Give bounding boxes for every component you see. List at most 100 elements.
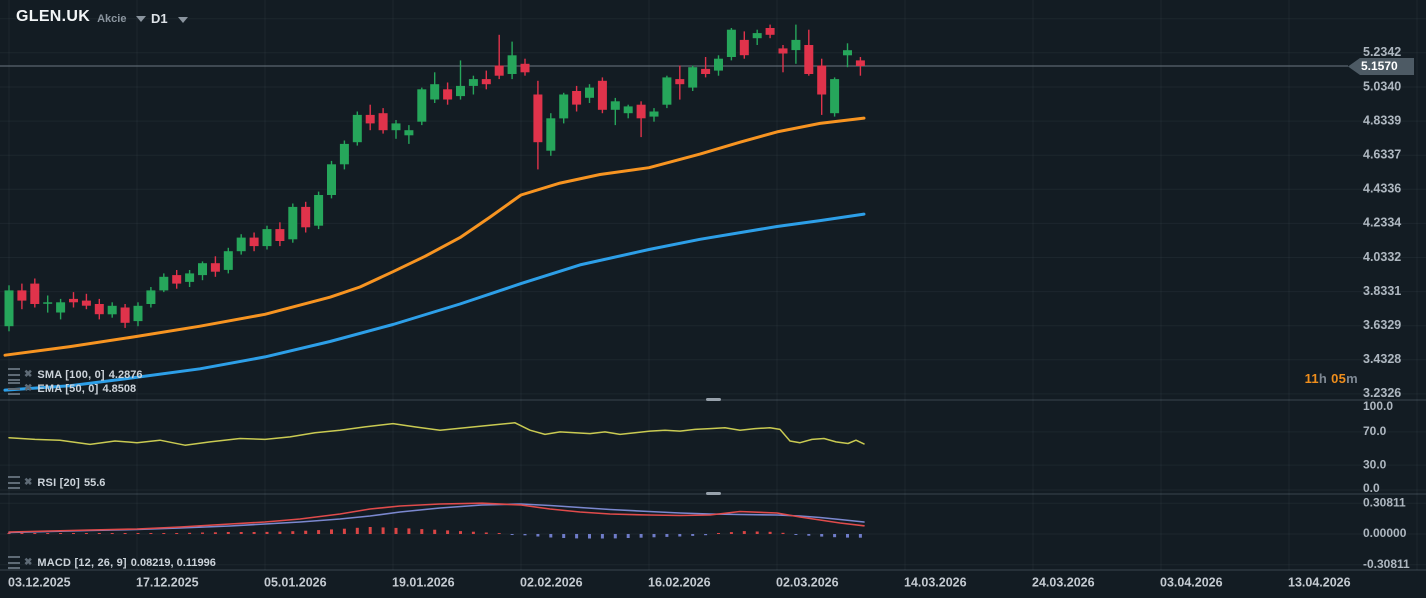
candle-body <box>391 123 401 131</box>
macd-histogram-bar <box>459 531 462 534</box>
macd-histogram-bar <box>794 534 798 535</box>
indicator-remove-icon[interactable]: ✖ <box>24 477 32 488</box>
macd-histogram-bar <box>46 533 50 534</box>
macd-histogram-bar <box>652 534 656 538</box>
indicator-settings-icon[interactable] <box>8 382 20 395</box>
candle-body <box>468 79 478 86</box>
macd-axis-label: 0.00000 <box>1363 526 1407 540</box>
price-axis-label: 3.4328 <box>1363 352 1401 366</box>
macd-histogram-bar <box>691 534 695 536</box>
price-chart-canvas[interactable]: 5.2342 5.0340 4.8339 4.6337 4.4336 4.2334 4.03… <box>0 0 1426 598</box>
macd-histogram-bar <box>613 534 617 539</box>
macd-histogram-bar <box>665 534 669 537</box>
candle-body <box>275 229 285 241</box>
macd-histogram-bar <box>20 533 24 534</box>
candle-body <box>585 87 594 98</box>
sma100-line <box>3 212 866 392</box>
indicator-settings-icon[interactable] <box>8 368 20 381</box>
rsi-axis-label: 100.0 <box>1363 399 1393 413</box>
candle-body <box>623 106 633 114</box>
macd-histogram-bar <box>510 534 514 535</box>
macd-histogram-bar <box>162 533 166 534</box>
candle-body <box>507 55 517 74</box>
candle-body <box>365 114 375 124</box>
macd-histogram-bar <box>368 527 372 534</box>
candle-body <box>456 85 465 97</box>
candle-body <box>339 143 349 165</box>
candle-body <box>159 276 169 291</box>
macd-histogram-bar <box>252 532 256 534</box>
rsi-axis-label: 70.0 <box>1363 424 1387 438</box>
macd-histogram-bar <box>239 532 243 534</box>
candle-body <box>146 290 156 304</box>
symbol-selector[interactable]: GLEN.UK Akcie <box>16 8 147 26</box>
candle-body <box>301 206 311 228</box>
candle-body <box>855 60 865 66</box>
candle-body <box>765 28 775 35</box>
candle-body <box>430 84 440 100</box>
macd-axis-label: -0.30811 <box>1363 557 1410 571</box>
countdown-minutes: 05 <box>1331 371 1347 386</box>
instrument-type-label: Akcie <box>97 12 127 25</box>
sma-label: SMA [100, 0] <box>37 368 105 381</box>
macd-histogram-bar <box>717 533 720 534</box>
macd-histogram-bar <box>562 534 566 538</box>
indicator-settings-icon[interactable] <box>8 556 20 569</box>
price-axis-label: 5.2342 <box>1363 45 1401 59</box>
symbol-name: GLEN.UK <box>16 8 91 25</box>
macd-label: MACD [12, 26, 9] <box>37 556 127 569</box>
rsi-value: 55.6 <box>83 476 106 489</box>
candle-body <box>288 206 298 240</box>
ema-value: 4.8508 <box>102 382 137 395</box>
macd-histogram-bar <box>846 534 849 538</box>
macd-histogram-bar <box>59 533 63 534</box>
chevron-down-icon <box>136 15 147 22</box>
indicator-settings-icon[interactable] <box>8 476 20 489</box>
timeframe-selector[interactable]: D1 <box>151 11 188 26</box>
macd-histogram-bar <box>110 533 114 534</box>
macd-histogram-bar <box>807 534 811 536</box>
candle-body <box>791 39 801 51</box>
macd-axis-label: 0.30811 <box>1363 495 1406 509</box>
time-axis-label: 05.01.2026 <box>264 575 327 589</box>
macd-histogram-bar <box>317 530 321 534</box>
macd-histogram-bar <box>523 534 527 536</box>
macd-histogram-bar <box>278 531 282 534</box>
candle-body <box>172 275 182 284</box>
candle-body <box>662 77 672 105</box>
candle-body <box>701 68 711 74</box>
panel-resize-handle[interactable] <box>706 398 721 401</box>
indicator-remove-icon[interactable]: ✖ <box>24 369 32 380</box>
current-price-badge: 5.1570 <box>1348 58 1414 75</box>
indicator-remove-icon[interactable]: ✖ <box>24 557 32 568</box>
candle-body <box>688 67 698 88</box>
sma-value: 4.2876 <box>108 368 143 381</box>
macd-histogram-bar <box>858 534 862 538</box>
macd-histogram-bar <box>136 533 140 534</box>
indicator-remove-icon[interactable]: ✖ <box>24 383 32 394</box>
price-axis-label: 3.8331 <box>1363 284 1401 298</box>
macd-histogram-bar <box>201 532 204 534</box>
candle-body <box>520 63 530 73</box>
time-axis-label: 03.12.2025 <box>8 575 71 589</box>
macd-histogram-bar <box>84 533 88 534</box>
candle-countdown: 11h 05m <box>1304 371 1358 386</box>
macd-histogram-bar <box>497 533 501 534</box>
candle-body <box>417 89 427 122</box>
candle-body <box>4 290 14 327</box>
candle-body <box>43 302 53 304</box>
candle-body <box>94 304 104 315</box>
candle-body <box>133 305 143 322</box>
macd-histogram-bar <box>781 532 785 534</box>
candle-body <box>210 263 220 272</box>
macd-histogram-bar <box>549 534 553 538</box>
candle-body <box>352 114 362 143</box>
panel-resize-handle[interactable] <box>706 492 721 495</box>
rsi-label: RSI [20] <box>37 476 80 489</box>
macd-histogram-bar <box>175 533 179 534</box>
candle-body <box>778 48 788 54</box>
candle-body <box>843 50 852 56</box>
candle-body <box>443 89 453 100</box>
macd-histogram-bar <box>304 530 308 534</box>
countdown-hours: 11 <box>1304 371 1319 386</box>
